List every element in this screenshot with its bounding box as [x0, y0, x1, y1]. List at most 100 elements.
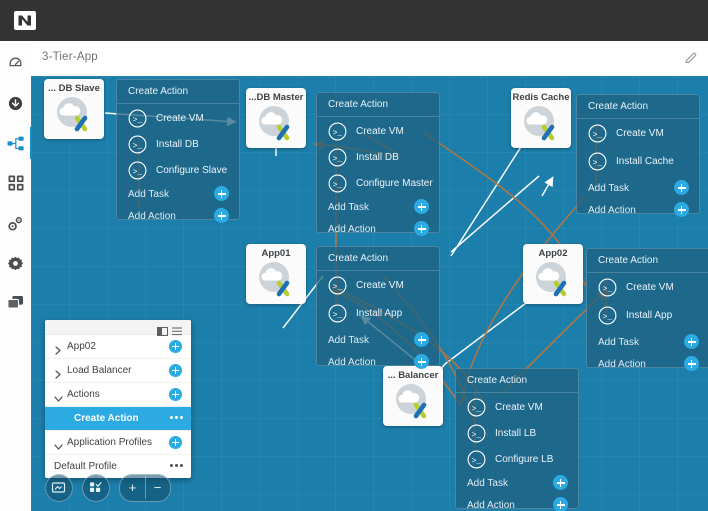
add-action-button[interactable] — [214, 208, 229, 223]
add-action-row[interactable]: Add Action — [467, 497, 568, 511]
task-label: Create VM — [616, 128, 664, 139]
task-label: Install App — [626, 310, 673, 321]
tree-add-button[interactable] — [169, 364, 182, 377]
svg-text:>_: >_ — [133, 116, 143, 125]
add-action-button[interactable] — [553, 497, 568, 511]
add-action-row[interactable]: Add Action — [328, 354, 429, 372]
zoom-stepper[interactable]: + − — [119, 474, 171, 502]
action-card-db-slave[interactable]: Create Action >_ Create VM >_ Install DB… — [116, 79, 240, 223]
add-action-button[interactable] — [414, 221, 429, 236]
tree-row-app02[interactable]: App02 — [45, 335, 191, 359]
tree-add-button[interactable] — [169, 388, 182, 401]
action-card-redis-cache[interactable]: Create Action >_ Create VM >_ Install Ca… — [576, 94, 700, 217]
action-card-load-balancer[interactable]: Create Action >_ Create VM >_ Install LB… — [455, 368, 579, 511]
add-action-button[interactable] — [674, 202, 689, 217]
tree-add-button[interactable] — [169, 436, 182, 449]
panel-toggle-icon[interactable] — [157, 323, 168, 336]
add-task-button[interactable] — [674, 180, 689, 195]
add-task-row[interactable]: Add Task — [588, 180, 689, 198]
add-action-label: Add Action — [128, 211, 176, 222]
sidebar-item-library[interactable] — [0, 287, 31, 319]
action-card-header: Create Action — [317, 247, 439, 271]
add-action-label: Add Action — [467, 500, 515, 511]
row-overflow-menu-icon[interactable] — [168, 464, 183, 467]
task-label: Configure Slave — [156, 165, 228, 176]
svg-text:>_: >_ — [472, 405, 482, 414]
cloud-vm-icon — [391, 382, 435, 422]
service-card-db-slave[interactable]: ... DB Slave — [44, 79, 104, 139]
add-task-row[interactable]: Add Task — [328, 332, 429, 350]
action-card-app02[interactable]: Create Action >_ Create VM >_ Install Ap… — [586, 248, 708, 371]
chevron-right-icon[interactable] — [54, 366, 62, 379]
chevron-down-icon[interactable] — [54, 390, 63, 402]
add-task-label: Add Task — [128, 189, 169, 200]
add-action-label: Add Action — [588, 205, 636, 216]
add-task-button[interactable] — [214, 186, 229, 201]
service-label: Redis Cache — [512, 92, 570, 103]
sidebar-item-settings[interactable] — [0, 247, 31, 279]
task-label: Install DB — [356, 152, 399, 163]
action-card-title: Create Action — [598, 255, 659, 266]
svg-text:>_: >_ — [333, 311, 343, 320]
tree-row-application-profiles[interactable]: Application Profiles — [45, 431, 191, 455]
action-card-app01[interactable]: Create Action >_ Create VM >_ Install Ap… — [316, 246, 440, 369]
terminal-icon: >_ — [588, 124, 607, 143]
add-action-row[interactable]: Add Action — [598, 356, 699, 374]
list-menu-icon[interactable] — [172, 323, 182, 336]
service-label: ... DB Slave — [48, 83, 100, 94]
tree-row-load-balancer[interactable]: Load Balancer — [45, 359, 191, 383]
task-label: Configure LB — [495, 454, 554, 465]
terminal-icon: >_ — [328, 148, 347, 167]
nutanix-logo[interactable] — [14, 11, 36, 30]
blueprint-tree-panel[interactable]: App02 Load Balancer Actions Create Actio… — [45, 320, 191, 478]
task-label: Install Cache — [616, 156, 674, 167]
add-task-row[interactable]: Add Task — [467, 475, 568, 493]
chevron-right-icon[interactable] — [54, 342, 62, 355]
sidebar-item-dashboard[interactable] — [0, 47, 31, 79]
sidebar-item-downloads[interactable] — [0, 87, 31, 119]
zoom-in-button[interactable]: + — [120, 475, 145, 499]
add-action-row[interactable]: Add Action — [588, 202, 689, 220]
svg-text:>_: >_ — [472, 457, 482, 466]
add-task-button[interactable] — [553, 475, 568, 490]
action-card-header: Create Action — [317, 93, 439, 117]
task-label: Install LB — [495, 428, 537, 439]
tree-row-create-action[interactable]: Create Action — [45, 407, 191, 431]
row-overflow-menu-icon[interactable] — [168, 416, 183, 419]
action-card-header: Create Action — [587, 249, 708, 273]
blueprint-canvas[interactable]: ... DB Slave ...DB Master Redis Cache Ap… — [31, 76, 708, 511]
chevron-down-icon[interactable] — [54, 438, 63, 450]
add-task-row[interactable]: Add Task — [598, 334, 699, 352]
fit-screen-icon[interactable] — [45, 474, 73, 502]
sidebar-item-runbooks[interactable] — [0, 207, 31, 239]
zoom-out-button[interactable]: − — [145, 475, 170, 499]
service-card-app02[interactable]: App02 — [523, 244, 583, 304]
add-task-button[interactable] — [414, 332, 429, 347]
add-task-button[interactable] — [414, 199, 429, 214]
service-card-redis-cache[interactable]: Redis Cache — [511, 88, 571, 148]
sidebar-item-blueprints[interactable] — [0, 127, 32, 159]
sidebar-item-applications[interactable] — [0, 167, 31, 199]
add-task-row[interactable]: Add Task — [328, 199, 429, 217]
task-label: Create VM — [156, 113, 204, 124]
auto-layout-icon[interactable] — [82, 474, 110, 502]
add-task-row[interactable]: Add Task — [128, 186, 229, 204]
add-action-row[interactable]: Add Action — [128, 208, 229, 226]
add-action-row[interactable]: Add Action — [328, 221, 429, 239]
action-card-title: Create Action — [328, 99, 389, 110]
svg-text:>_: >_ — [472, 431, 482, 440]
action-card-db-master[interactable]: Create Action >_ Create VM >_ Install DB… — [316, 92, 440, 236]
svg-text:>_: >_ — [333, 129, 343, 138]
service-card-db-master[interactable]: ...DB Master — [246, 88, 306, 148]
terminal-icon: >_ — [588, 152, 607, 171]
tree-add-button[interactable] — [169, 340, 182, 353]
tree-row-label: Application Profiles — [67, 437, 153, 448]
add-task-button[interactable] — [684, 334, 699, 349]
terminal-icon: >_ — [467, 450, 486, 469]
add-action-button[interactable] — [684, 356, 699, 371]
service-card-load-balancer[interactable]: ... Balancer — [383, 366, 443, 426]
add-action-button[interactable] — [414, 354, 429, 369]
tree-row-actions[interactable]: Actions — [45, 383, 191, 407]
service-card-app01[interactable]: App01 — [246, 244, 306, 304]
pencil-icon[interactable] — [683, 50, 699, 66]
